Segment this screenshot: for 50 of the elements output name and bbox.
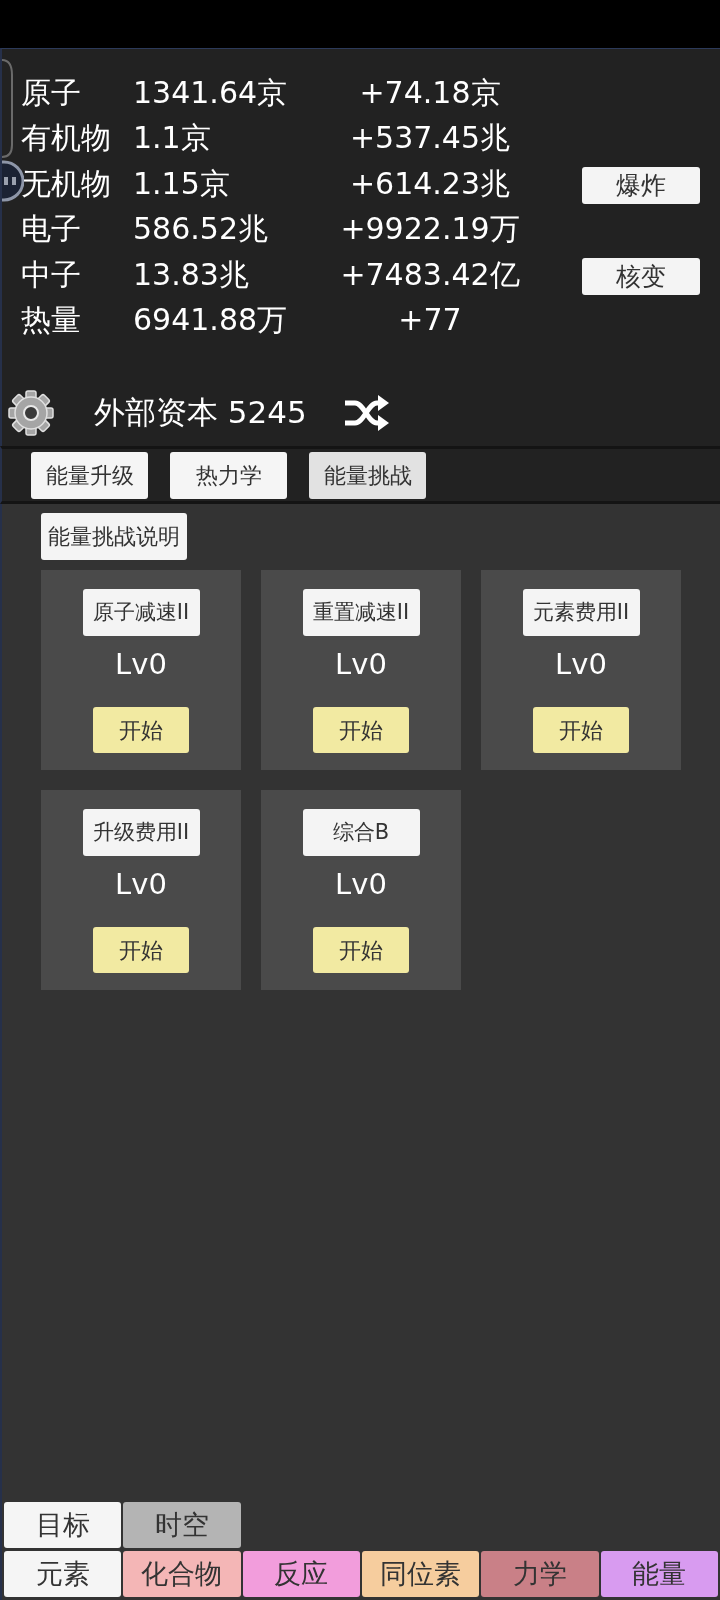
level-label: Lv0	[555, 647, 607, 681]
tab[interactable]: 热力学	[170, 452, 287, 499]
resource-name: 电子	[21, 211, 82, 248]
nav-tab[interactable]: 力学	[481, 1551, 599, 1597]
level-label: Lv0	[115, 867, 167, 901]
nav-tab[interactable]: 同位素	[362, 1551, 480, 1597]
challenge-name-button[interactable]: 升级费用II	[82, 809, 200, 856]
shuffle-icon[interactable]	[344, 395, 389, 431]
challenge-name-button[interactable]: 元素费用II	[522, 589, 640, 636]
tab[interactable]: 能量挑战	[309, 452, 426, 499]
resource-amount: 13.83兆	[133, 256, 250, 293]
resource-rate: +537.45兆	[348, 120, 512, 157]
start-button[interactable]: 开始	[313, 707, 409, 753]
resource-amount: 1.15京	[133, 165, 231, 202]
resource-amount: 6941.88万	[133, 302, 289, 339]
resource-name: 中子	[21, 256, 82, 293]
nav-tab[interactable]: 能量	[600, 1551, 718, 1597]
capital-label: 外部资本 5245	[94, 394, 307, 432]
nav-tab[interactable]: 化合物	[123, 1551, 241, 1597]
resource-rate: +74.18京	[358, 74, 502, 111]
action-button[interactable]: 核变	[582, 258, 700, 296]
resource-name: 原子	[21, 74, 82, 111]
challenge-name-button[interactable]: 原子减速II	[82, 589, 200, 636]
start-button[interactable]: 开始	[313, 927, 409, 973]
resource-name: 有机物	[21, 120, 112, 157]
resource-name: 无机物	[21, 165, 112, 202]
start-button[interactable]: 开始	[93, 927, 189, 973]
nav-tab[interactable]: 目标	[4, 1502, 122, 1548]
resource-rate: +614.23兆	[348, 165, 512, 202]
resource-rate: +9922.19万	[339, 211, 521, 248]
tab[interactable]: 能量升级	[31, 452, 148, 499]
action-button[interactable]: 爆炸	[582, 167, 700, 205]
start-button[interactable]: 开始	[93, 707, 189, 753]
nav-tab[interactable]: 反应	[242, 1551, 360, 1597]
start-button[interactable]: 开始	[533, 707, 629, 753]
challenge-name-button[interactable]: 综合B	[302, 809, 420, 856]
nav-tab[interactable]: 时空	[123, 1502, 241, 1548]
level-label: Lv0	[115, 647, 167, 681]
resource-rate: +7483.42亿	[339, 256, 521, 293]
resource-name: 热量	[21, 302, 82, 339]
resource-rate: +77	[397, 302, 463, 339]
resource-amount: 1341.64京	[133, 74, 289, 111]
resource-amount: 586.52兆	[133, 211, 269, 248]
resource-amount: 1.1京	[133, 120, 212, 157]
settings-icon[interactable]	[8, 390, 54, 436]
level-label: Lv0	[335, 647, 387, 681]
challenge-name-button[interactable]: 重置减速II	[302, 589, 420, 636]
info-button[interactable]: 能量挑战说明	[41, 513, 187, 560]
level-label: Lv0	[335, 867, 387, 901]
nav-tab[interactable]: 元素	[4, 1551, 122, 1597]
